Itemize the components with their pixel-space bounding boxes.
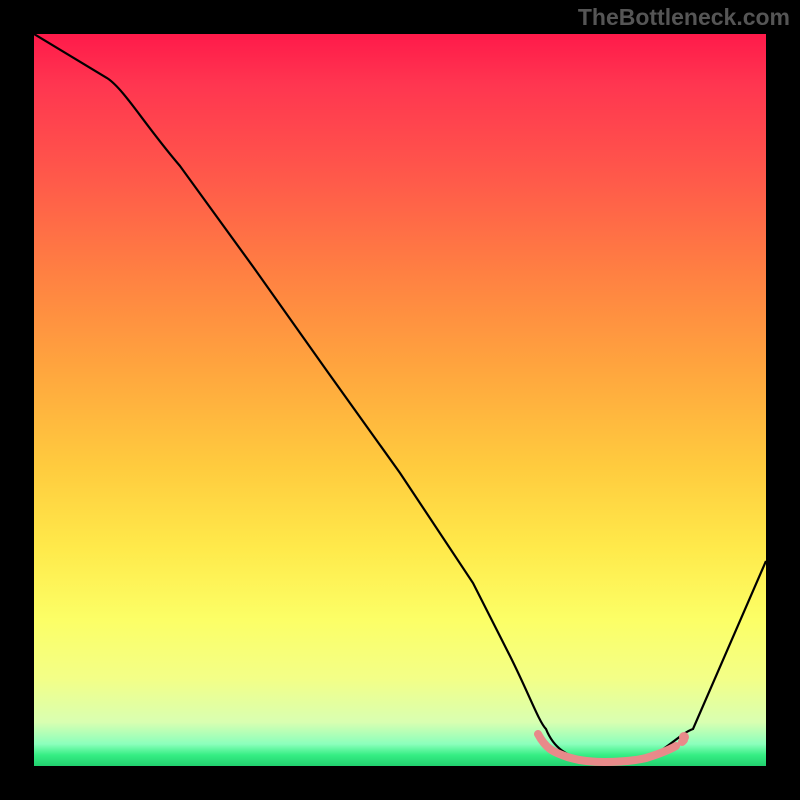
watermark-text: TheBottleneck.com: [578, 4, 790, 31]
chart-svg: [34, 34, 766, 766]
highlight-end-dot: [679, 732, 689, 742]
chart-plot-area: [34, 34, 766, 766]
bottleneck-curve-line: [34, 34, 766, 762]
